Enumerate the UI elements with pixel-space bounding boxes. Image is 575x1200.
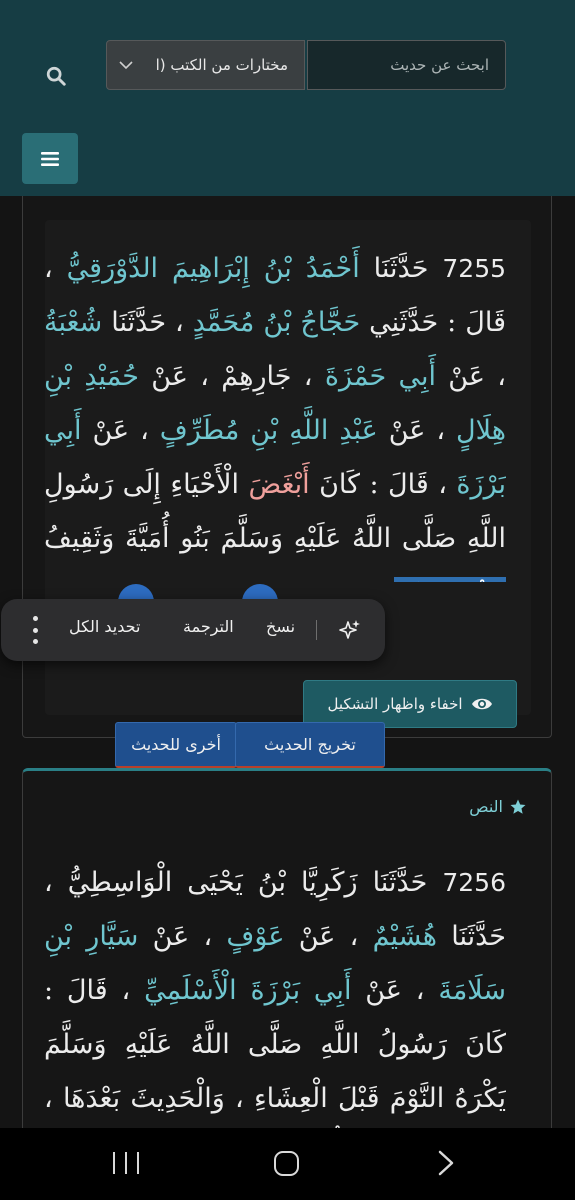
hadith-segment: ، حَدَّثَنَا	[102, 307, 193, 338]
books-select[interactable]: مختارات من الكتب (ا	[106, 40, 305, 90]
highlighted-word: أَبْغَضَ	[248, 469, 310, 500]
hadith-segment: حَدَّثَنَا	[359, 253, 443, 284]
narrator-name[interactable]: شُعْبَةُ	[44, 307, 102, 338]
back-button[interactable]	[436, 1150, 456, 1180]
recent-apps-button[interactable]	[113, 1152, 139, 1174]
hadith-segment: ، عَنْ	[81, 415, 160, 446]
hadith-segment: ، عَنْ	[377, 415, 457, 446]
toggle-diacritics-label: اخفاء واظهار التشكيل	[327, 695, 463, 713]
tab-takhrij[interactable]: تخريج الحديث	[235, 722, 385, 768]
app-header: مختارات من الكتب (ا	[0, 0, 575, 196]
search-button[interactable]	[40, 60, 72, 92]
hadith-number: 7255	[442, 254, 506, 283]
chevron-down-icon	[119, 61, 133, 70]
translate-button[interactable]: الترجمة	[183, 617, 234, 636]
menu-divider	[316, 620, 317, 640]
hadith-segment: ، عَنْ	[284, 921, 373, 952]
more-options-button[interactable]	[25, 616, 45, 644]
hadith-text-7256[interactable]: 7256 حَدَّثَنَا زَكَرِيَّا بْنُ يَحْيَى …	[44, 856, 506, 1130]
hadith-number: 7256	[442, 868, 506, 897]
ai-assist-button[interactable]	[338, 618, 362, 646]
hadith-segment: ، عَنْ	[351, 975, 439, 1006]
narrator-name[interactable]: أَحْمَدُ بْنُ إِبْرَاهِيمَ الدَّوْرَقِيُ…	[67, 253, 360, 284]
menu-button[interactable]	[22, 133, 78, 184]
narrator-name[interactable]: عَوْفٍ	[226, 921, 284, 952]
narrator-name[interactable]: أَبِي حَمْزَةَ	[325, 361, 436, 392]
tab-other-hadith[interactable]: أخرى للحديث	[115, 722, 237, 768]
toggle-diacritics-button[interactable]: اخفاء واظهار التشكيل	[303, 680, 517, 728]
sparkle-icon	[339, 620, 360, 639]
narrator-name[interactable]: عَبْدِ اللَّهِ بْنِ مُطَرِّفٍ	[160, 415, 378, 446]
narrator-name[interactable]: حَجَّاجُ بْنُ مُحَمَّدٍ	[193, 307, 360, 338]
search-icon	[46, 66, 66, 86]
hadith-segment: ، قَالَ : كَانَ	[309, 469, 457, 500]
narrator-name[interactable]: أَبِي بَرْزَةَ الْأَسْلَمِيِّ	[144, 975, 351, 1006]
copy-button[interactable]: نسخ	[266, 617, 295, 636]
hadith-text-7255[interactable]: 7255 حَدَّثَنَا أَحْمَدُ بْنُ إِبْرَاهِي…	[44, 242, 506, 582]
hadith-search-input[interactable]	[307, 40, 506, 90]
home-button[interactable]	[274, 1151, 299, 1176]
hadith-segment: ، جَارِهِمْ ، عَنْ	[139, 361, 325, 392]
hadith-segment: ، عَنْ	[138, 921, 227, 952]
hadith-body: حَدَّثَنَا زَكَرِيَّا بْنُ يَحْيَى الْوَ…	[44, 867, 506, 1130]
system-navigation-bar	[0, 1128, 575, 1200]
text-section-title: النص	[469, 797, 503, 816]
selected-text: وَبَنُو حَنِيفَةَ	[393, 577, 506, 582]
hadith-body: حَدَّثَنَا أَحْمَدُ بْنُ إِبْرَاهِيمَ ال…	[44, 253, 506, 582]
hadith-segment: ، عَنْ	[436, 361, 506, 392]
books-select-value: مختارات من الكتب (ا	[155, 56, 288, 74]
text-section-label: النص	[469, 797, 527, 816]
chevron-right-icon	[438, 1150, 454, 1176]
text-selection-menu: تحديد الكل الترجمة نسخ	[1, 599, 385, 661]
eye-icon	[471, 698, 492, 710]
select-all-button[interactable]: تحديد الكل	[69, 617, 140, 636]
star-icon	[510, 799, 526, 814]
narrator-name[interactable]: هُشَيْمٌ	[373, 921, 437, 952]
hamburger-icon	[41, 151, 59, 166]
